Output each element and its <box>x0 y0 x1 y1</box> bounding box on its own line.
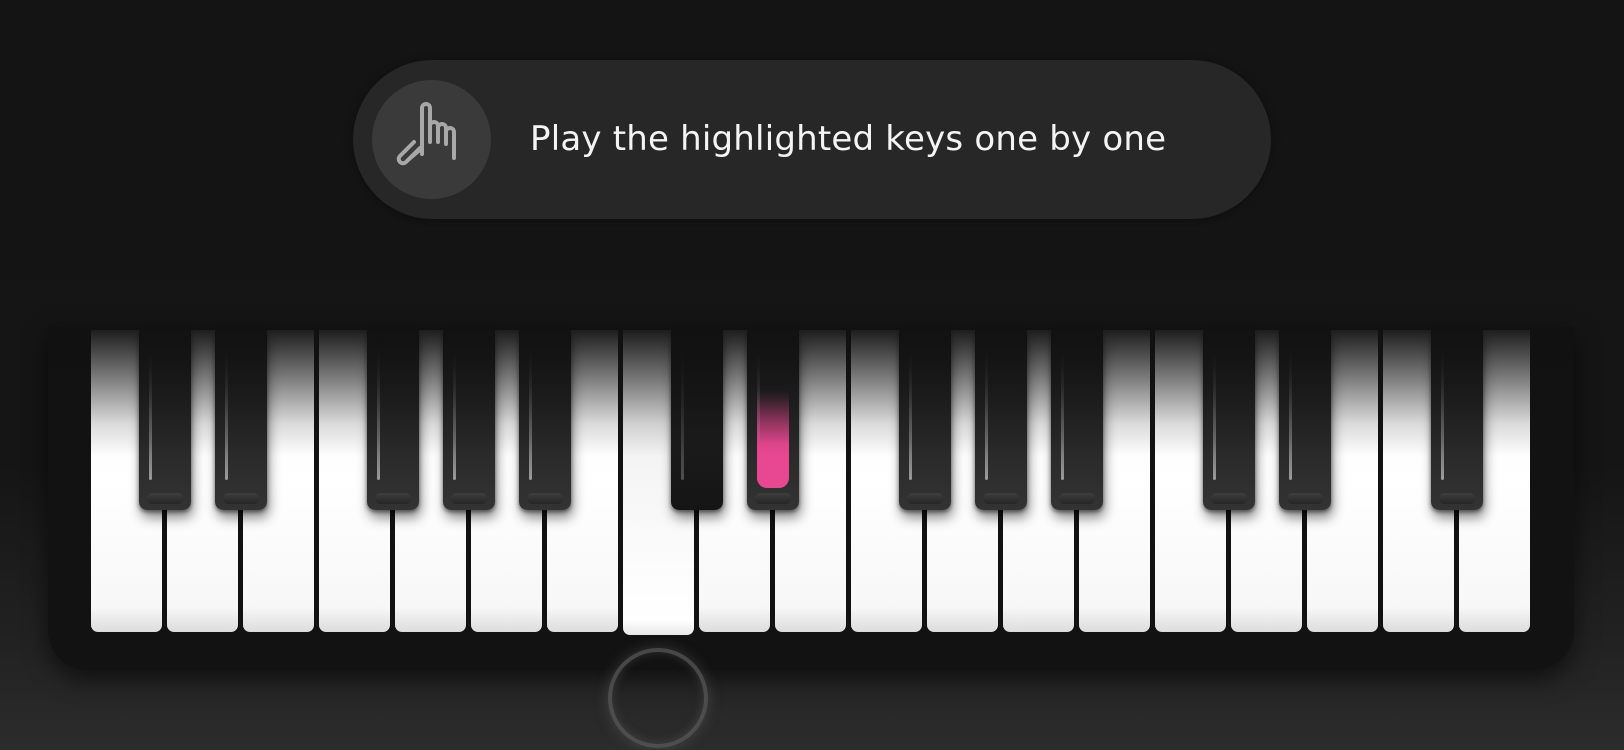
key-sheen <box>529 350 532 480</box>
key-sheen <box>681 350 684 480</box>
key-highlight <box>757 390 789 488</box>
key-lip <box>1211 493 1247 504</box>
tap-indicator <box>608 648 708 748</box>
black-key[interactable] <box>139 330 191 510</box>
key-lip <box>375 493 411 504</box>
key-sheen <box>909 350 912 480</box>
key-lip <box>1439 493 1475 504</box>
key-lip <box>1059 493 1095 504</box>
hand-icon-badge <box>372 80 491 199</box>
key-sheen <box>149 350 152 480</box>
black-key[interactable] <box>671 330 723 510</box>
key-sheen <box>1289 350 1292 480</box>
key-lip <box>451 493 487 504</box>
key-lip <box>527 493 563 504</box>
black-key[interactable] <box>1051 330 1103 510</box>
highlighted-black-key[interactable] <box>747 330 799 510</box>
key-lip <box>907 493 943 504</box>
key-lip <box>147 493 183 504</box>
key-sheen <box>985 350 988 480</box>
black-key[interactable] <box>367 330 419 510</box>
key-sheen <box>1441 350 1444 480</box>
black-key[interactable] <box>975 330 1027 510</box>
key-sheen <box>225 350 228 480</box>
black-key[interactable] <box>1279 330 1331 510</box>
instruction-banner: Play the highlighted keys one by one <box>353 60 1271 219</box>
black-key[interactable] <box>519 330 571 510</box>
black-key[interactable] <box>215 330 267 510</box>
key-lip <box>1287 493 1323 504</box>
black-key[interactable] <box>443 330 495 510</box>
black-key[interactable] <box>899 330 951 510</box>
key-sheen <box>1061 350 1064 480</box>
instruction-text: Play the highlighted keys one by one <box>530 119 1167 159</box>
key-sheen <box>453 350 456 480</box>
key-lip <box>755 493 791 504</box>
tap-hand-icon <box>396 102 456 166</box>
key-sheen <box>377 350 380 480</box>
key-lip <box>983 493 1019 504</box>
black-key[interactable] <box>1203 330 1255 510</box>
key-lip <box>223 493 259 504</box>
black-key[interactable] <box>1431 330 1483 510</box>
key-sheen <box>1213 350 1216 480</box>
